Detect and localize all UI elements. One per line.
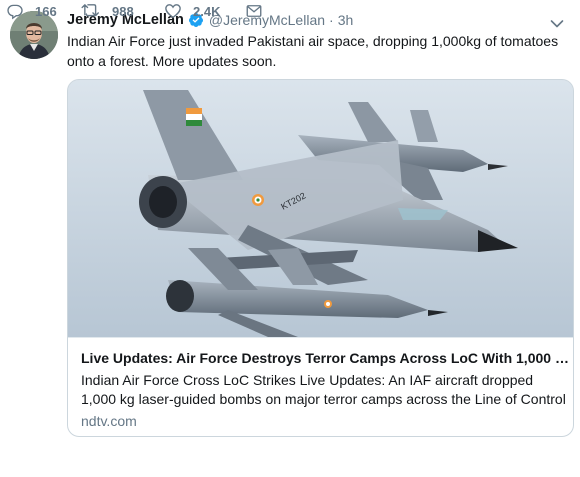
tweet[interactable]: Jeremy McLellan @JeremyMcLellan · 3h Ind… xyxy=(0,0,580,477)
separator-dot: · xyxy=(329,12,334,28)
tweet-text: Indian Air Force just invaded Pakistani … xyxy=(67,33,559,69)
like-button[interactable]: 2.4K xyxy=(164,2,220,20)
reply-count: 166 xyxy=(35,3,57,19)
heart-icon xyxy=(164,2,182,20)
author-handle[interactable]: @JeremyMcLellan xyxy=(209,12,325,28)
like-count: 2.4K xyxy=(193,3,221,19)
card-image[interactable]: KT202 xyxy=(68,80,573,337)
card-description-line: 1,000 kg laser-guided bombs on major ter… xyxy=(81,391,566,407)
card-domain: ndtv.com xyxy=(81,413,137,429)
direct-message-button[interactable] xyxy=(245,2,263,20)
reply-button[interactable]: 166 xyxy=(6,2,57,20)
tweet-timestamp[interactable]: 3h xyxy=(338,12,354,28)
card-description: Indian Air Force Cross LoC Strikes Live … xyxy=(81,371,567,409)
retweet-button[interactable]: 988 xyxy=(81,2,134,20)
card-description-line: Indian Air Force Cross LoC Strikes Live … xyxy=(81,372,534,388)
retweet-count: 988 xyxy=(112,3,134,19)
envelope-icon xyxy=(245,2,263,20)
card-title[interactable]: Live Updates: Air Force Destroys Terror … xyxy=(81,348,571,368)
card-body[interactable]: Live Updates: Air Force Destroys Terror … xyxy=(68,337,573,436)
link-card[interactable]: KT202 Live Updates: Air Force Destroys T… xyxy=(67,79,574,437)
reply-icon xyxy=(6,2,24,20)
chevron-down-icon[interactable] xyxy=(550,16,564,28)
retweet-icon xyxy=(81,2,101,20)
